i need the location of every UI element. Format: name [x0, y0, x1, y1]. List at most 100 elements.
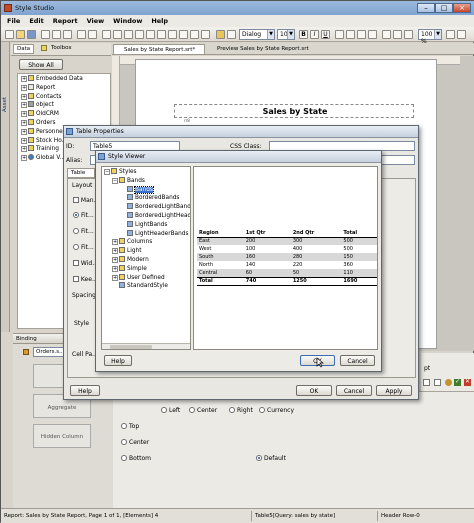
expand-icon[interactable]: + — [21, 111, 27, 118]
align-center-icon[interactable] — [346, 30, 355, 39]
expand-icon[interactable]: + — [21, 128, 27, 135]
valign-top-option[interactable]: Top — [121, 423, 139, 430]
report-title-box[interactable]: Sales by State — [174, 104, 414, 118]
valign-center-option[interactable]: Center — [121, 439, 149, 446]
default-option[interactable]: Default — [256, 455, 286, 462]
palette-icon[interactable] — [445, 379, 452, 386]
style-tree-item[interactable]: − Styles — [104, 168, 190, 177]
tree-item[interactable]: + Embedded Data — [21, 75, 110, 84]
align-currency-option[interactable]: Currency — [259, 407, 294, 414]
show-all-button[interactable]: Show All — [19, 59, 63, 70]
border-icon[interactable] — [382, 30, 391, 39]
insert-section-icon[interactable] — [146, 30, 155, 39]
undo-icon[interactable] — [77, 30, 86, 39]
expand-icon[interactable]: + — [21, 119, 27, 126]
color-swatch[interactable] — [434, 379, 441, 386]
color-swatch[interactable] — [423, 379, 430, 386]
align-left-icon[interactable] — [335, 30, 344, 39]
style-tree-item[interactable]: − Bands — [104, 176, 190, 186]
tab-preview[interactable]: Preview Sales by State Report.srt — [207, 45, 319, 55]
save-icon[interactable] — [27, 30, 36, 39]
bold-icon[interactable]: B — [299, 30, 308, 39]
menu-help[interactable]: Help — [151, 17, 168, 25]
underline-icon[interactable]: U — [321, 30, 330, 39]
menu-edit[interactable]: Edit — [29, 17, 43, 25]
style-tree-item[interactable]: LightBands — [104, 220, 190, 230]
tree-item[interactable]: + Report — [21, 83, 110, 93]
expand-icon[interactable]: + — [112, 265, 118, 272]
expand-icon[interactable]: + — [21, 155, 27, 162]
zoom-select[interactable]: 100 % ▼ — [418, 29, 442, 45]
asset-tab[interactable]: Asset — [2, 90, 9, 112]
align-right-option[interactable]: Right — [229, 407, 253, 414]
tree-item[interactable]: + OldCRM — [21, 110, 110, 119]
ok-button[interactable]: OK — [296, 385, 332, 396]
menu-window[interactable]: Window — [113, 17, 142, 25]
insert-form-icon[interactable] — [201, 30, 210, 39]
apply-button[interactable]: Apply — [376, 385, 412, 396]
option-fit-1[interactable]: Fit... — [73, 212, 94, 219]
style-tree-item[interactable]: + Modern — [104, 255, 190, 265]
align-left-option[interactable]: Left — [161, 407, 180, 414]
expand-icon[interactable]: + — [112, 239, 118, 246]
preview-icon[interactable] — [404, 30, 413, 39]
insert-chart-icon[interactable] — [124, 30, 133, 39]
format-icon[interactable] — [393, 30, 402, 39]
style-tree-item[interactable]: + Light — [104, 247, 190, 256]
style-cancel-button[interactable]: Cancel — [340, 355, 375, 366]
font-color-icon[interactable] — [227, 30, 236, 39]
zoom-out-icon[interactable] — [457, 30, 466, 39]
style-tree-item[interactable]: BorderedLightBands — [104, 203, 190, 212]
expand-icon[interactable]: + — [21, 137, 27, 144]
menu-view[interactable]: View — [87, 17, 105, 25]
insert-image-icon[interactable] — [135, 30, 144, 39]
tree-item[interactable]: + object — [21, 101, 110, 110]
zoom-in-icon[interactable] — [446, 30, 455, 39]
menu-file[interactable]: File — [7, 17, 20, 25]
option-fit-3[interactable]: Fit... — [73, 244, 94, 251]
style-tree-item[interactable]: + User Defined — [104, 273, 190, 283]
cancel-button[interactable]: Cancel — [336, 385, 372, 396]
style-tree-item[interactable]: + Simple — [104, 264, 190, 274]
style-help-button[interactable]: Help — [104, 355, 132, 366]
close-button[interactable]: × — [453, 3, 471, 13]
tree-item[interactable]: + Contacts — [21, 92, 110, 102]
expand-icon[interactable]: + — [21, 146, 27, 153]
expand-icon[interactable]: + — [112, 248, 118, 255]
insert-table-icon[interactable] — [113, 30, 122, 39]
style-tree-item[interactable]: Bands — [104, 185, 190, 195]
expand-icon[interactable]: + — [112, 256, 118, 263]
apply-check-icon[interactable]: ✓ — [454, 379, 461, 386]
cancel-x-icon[interactable]: ✕ — [464, 379, 471, 386]
insert-line-icon[interactable] — [190, 30, 199, 39]
expand-icon[interactable]: + — [21, 84, 27, 91]
tab-report[interactable]: Sales by State Report.srt* — [113, 44, 205, 55]
expand-icon[interactable]: + — [21, 102, 27, 109]
justify-icon[interactable] — [368, 30, 377, 39]
menu-report[interactable]: Report — [53, 17, 78, 25]
style-tree-item[interactable]: LightHeaderBands — [104, 229, 190, 239]
align-center-option[interactable]: Center — [189, 407, 217, 414]
style-tree-item[interactable]: + Columns — [104, 238, 190, 247]
copy-icon[interactable] — [52, 30, 61, 39]
scroll-thumb[interactable] — [110, 345, 152, 349]
insert-shape-icon[interactable] — [179, 30, 188, 39]
option-keep[interactable]: Kee... — [73, 276, 98, 283]
brush-icon[interactable] — [216, 30, 225, 39]
expand-icon[interactable]: − — [104, 169, 110, 175]
tab-table[interactable]: Table — [67, 168, 95, 178]
option-fit-2[interactable]: Fit... — [73, 228, 94, 235]
insert-field-icon[interactable] — [157, 30, 166, 39]
tab-toolbox[interactable]: Toolbox — [51, 45, 72, 51]
new-icon[interactable] — [5, 30, 14, 39]
insert-link-icon[interactable] — [168, 30, 177, 39]
insert-text-icon[interactable] — [102, 30, 111, 39]
horizontal-scrollbar[interactable] — [102, 343, 190, 349]
expand-icon[interactable]: + — [21, 93, 27, 100]
hidden-column-card[interactable]: Hidden Column — [33, 424, 91, 448]
cut-icon[interactable] — [41, 30, 50, 39]
font-size-select[interactable]: 10 ▼ — [277, 29, 295, 40]
help-button[interactable]: Help — [70, 385, 100, 396]
style-tree-item[interactable]: StandardStyle — [104, 282, 190, 291]
maximize-button[interactable]: □ — [435, 3, 453, 13]
